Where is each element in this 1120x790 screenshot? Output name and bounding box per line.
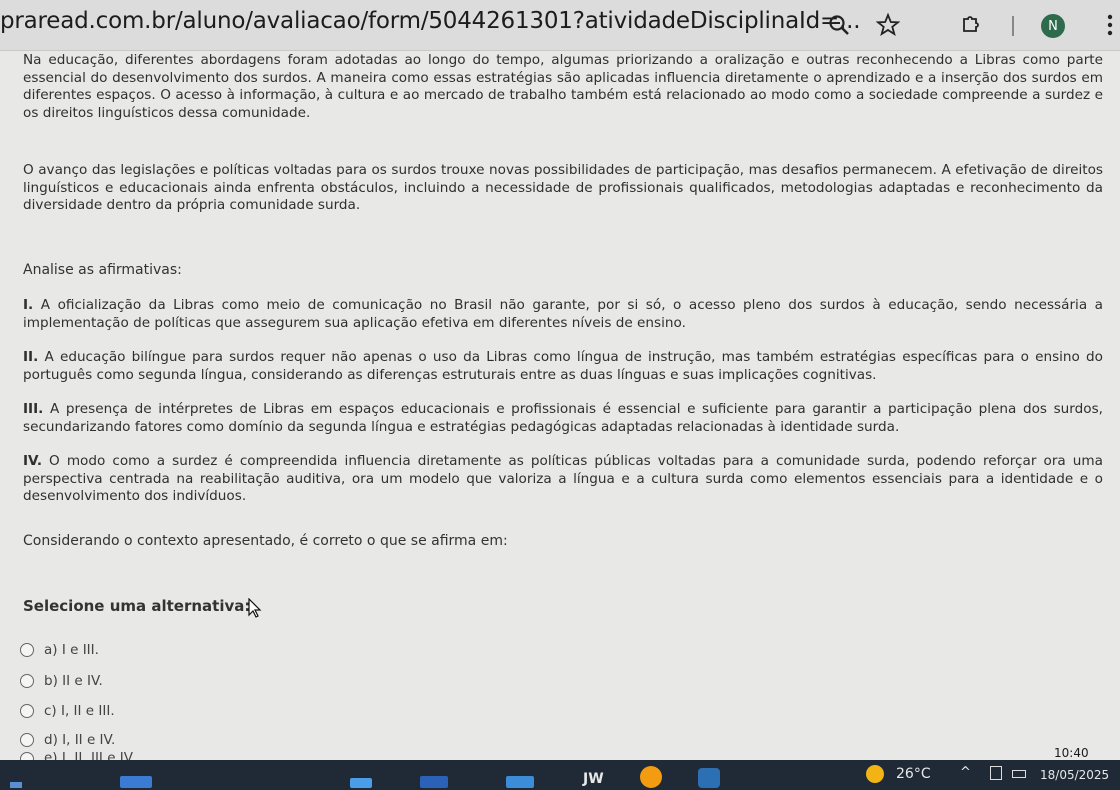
weather-icon	[866, 765, 884, 783]
option-c-label: c) I, II e III.	[44, 703, 115, 719]
taskbar-app-icon[interactable]	[420, 776, 448, 788]
analyze-label: Analise as afirmativas:	[23, 262, 182, 278]
taskbar-app-icon[interactable]	[640, 766, 662, 788]
question-page: Na educação, diferentes abordagens foram…	[0, 50, 1120, 762]
profile-avatar[interactable]: N	[1041, 14, 1065, 38]
network-icon[interactable]	[990, 766, 1002, 780]
statement-2-number: II.	[23, 349, 39, 365]
statement-2: II. A educação bilíngue para surdos requ…	[23, 349, 1103, 384]
statement-4-text: O modo como a surdez é compreendida infl…	[23, 453, 1103, 504]
os-taskbar: JW 26°C ^ 10:40 18/05/2025	[0, 746, 1120, 790]
browser-toolbar: praread.com.br/aluno/avaliacao/form/5044…	[0, 0, 1120, 51]
statement-4-number: IV.	[23, 453, 42, 469]
option-d-label: d) I, II e IV.	[44, 732, 116, 748]
statement-3: III. A presença de intérpretes de Libras…	[23, 401, 1103, 436]
start-icon[interactable]	[10, 782, 22, 788]
kebab-menu-icon[interactable]	[1097, 12, 1120, 38]
taskbar-app-icon[interactable]	[698, 768, 720, 788]
zoom-icon[interactable]	[826, 12, 852, 38]
statement-1-number: I.	[23, 297, 34, 313]
option-a-label: a) I e III.	[44, 642, 99, 658]
weather-temperature[interactable]: 26°C	[896, 766, 931, 782]
option-a[interactable]: a) I e III.	[20, 640, 99, 660]
bookmark-star-icon[interactable]	[875, 12, 901, 38]
option-c[interactable]: c) I, II e III.	[20, 701, 115, 721]
radio-d[interactable]	[20, 733, 34, 747]
statement-1-text: A oficialização da Libras como meio de c…	[23, 297, 1103, 331]
extensions-icon[interactable]	[958, 12, 984, 38]
radio-a[interactable]	[20, 643, 34, 657]
tray-expand-icon[interactable]: ^	[960, 765, 971, 780]
radio-c[interactable]	[20, 704, 34, 718]
battery-icon[interactable]	[1012, 770, 1026, 778]
clock-time[interactable]: 10:40	[1054, 746, 1089, 760]
statement-3-number: III.	[23, 401, 44, 417]
jw-app-label[interactable]: JW	[583, 771, 604, 787]
radio-b[interactable]	[20, 674, 34, 688]
context-paragraph-2: O avanço das legislações e políticas vol…	[23, 162, 1103, 213]
taskbar-app-icon[interactable]	[120, 776, 152, 788]
option-d[interactable]: d) I, II e IV.	[20, 730, 115, 750]
taskbar-app-icon[interactable]	[506, 776, 534, 788]
statement-1: I. A oficialização da Libras como meio d…	[23, 297, 1103, 332]
statement-4: IV. O modo como a surdez é compreendida …	[23, 453, 1103, 506]
select-alternative-title: Selecione uma alternativa:	[23, 597, 251, 615]
toolbar-divider	[1012, 16, 1014, 36]
address-bar[interactable]: praread.com.br/aluno/avaliacao/form/5044…	[0, 8, 861, 34]
taskbar-app-icon[interactable]	[350, 778, 372, 788]
question-prompt: Considerando o contexto apresentado, é c…	[23, 533, 508, 549]
statement-2-text: A educação bilíngue para surdos requer n…	[23, 349, 1103, 383]
clock-date[interactable]: 18/05/2025	[1040, 768, 1109, 782]
context-paragraph-1: Na educação, diferentes abordagens foram…	[23, 52, 1103, 121]
option-b-label: b) II e IV.	[44, 673, 103, 689]
option-b[interactable]: b) II e IV.	[20, 671, 103, 691]
statement-3-text: A presença de intérpretes de Libras em e…	[23, 401, 1103, 435]
mouse-cursor-icon	[248, 597, 262, 622]
